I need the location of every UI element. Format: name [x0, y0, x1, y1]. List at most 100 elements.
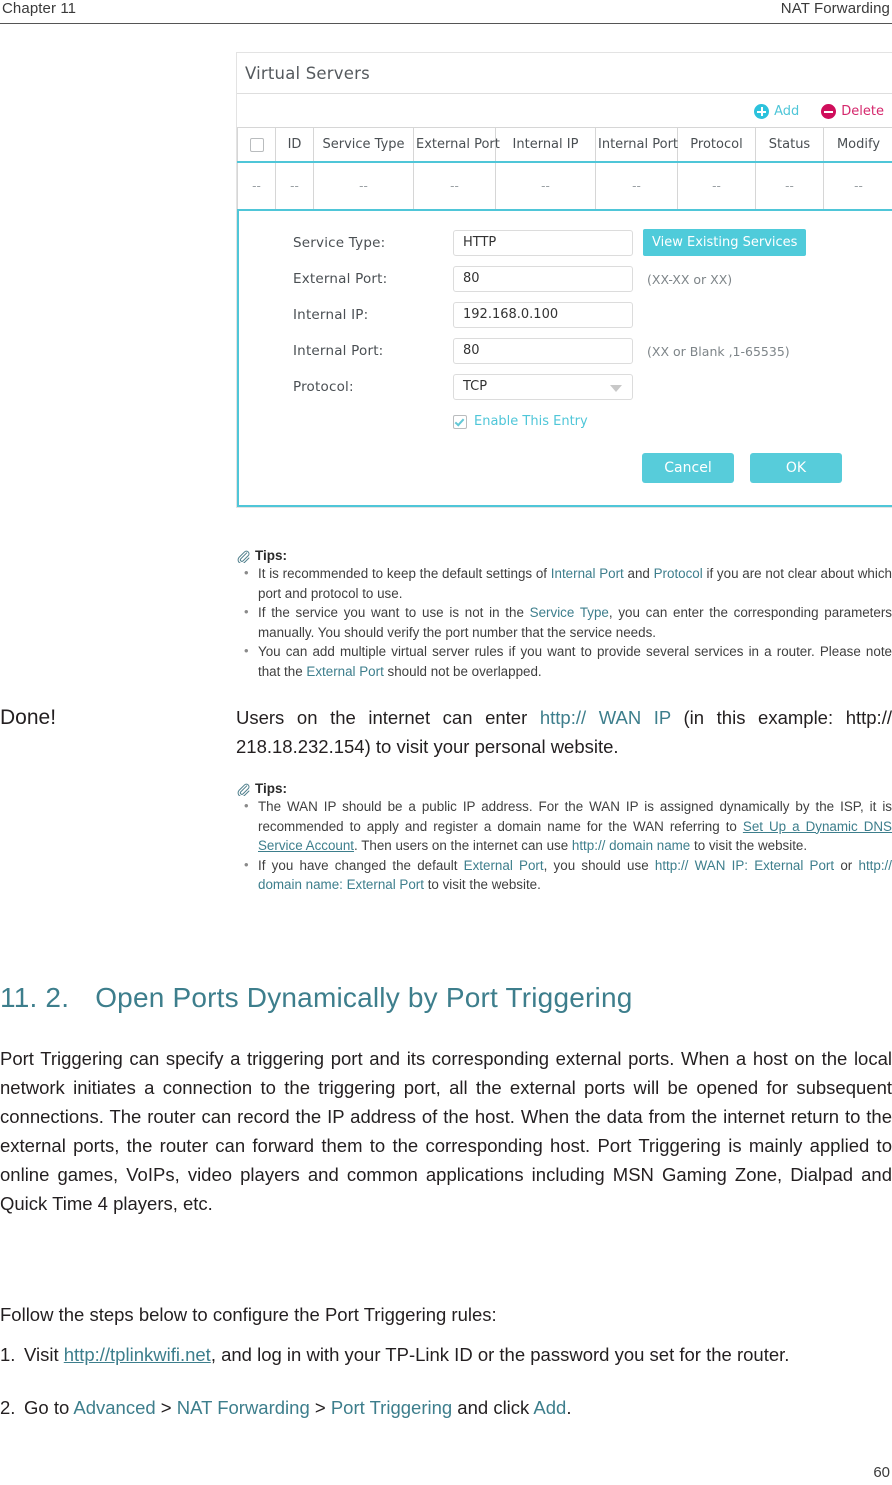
- done-paragraph: Users on the internet can enter http:// …: [236, 703, 892, 761]
- internal-port-label: Internal Port:: [293, 343, 384, 359]
- tip-text: should not be overlapped.: [383, 663, 542, 679]
- section-heading-line: 11. 2. Open Ports Dynamically by Port Tri…: [0, 982, 892, 1014]
- field-row-internal-port: Internal Port: 80 (XX or Blank ,1-65535): [239, 338, 892, 364]
- step-1: 1. Visit http://tplinkwifi.net, and log …: [0, 1340, 892, 1369]
- step-link-tplinkwifi[interactable]: http://tplinkwifi.net: [64, 1344, 211, 1365]
- tip-link-wanip-port[interactable]: http:// WAN IP: External Port: [655, 858, 834, 873]
- delete-button[interactable]: Delete: [821, 104, 884, 119]
- step-2-body: Go to Advanced > NAT Forwarding > Port T…: [24, 1393, 892, 1422]
- done-label: Done!: [0, 706, 57, 729]
- protocol-label: Protocol:: [293, 379, 354, 395]
- column-header-internal-port: Internal Port: [595, 127, 678, 163]
- enable-entry-checkbox[interactable]: [453, 414, 467, 429]
- done-text: Users on the internet can enter: [236, 707, 540, 728]
- tips-block-2: Tips: The WAN IP should be a public IP a…: [236, 781, 892, 895]
- step-link-add[interactable]: Add: [533, 1397, 566, 1418]
- section-paragraph: Port Triggering can specify a triggering…: [0, 1048, 892, 1214]
- column-header-id: ID: [275, 127, 314, 163]
- tip-text: , you should use: [543, 857, 655, 873]
- page-number: 60: [873, 1464, 890, 1481]
- enable-entry-row[interactable]: Enable This Entry: [239, 414, 892, 429]
- tip-item: You can add multiple virtual server rule…: [236, 641, 892, 681]
- done-text-block: Users on the internet can enter http:// …: [236, 703, 892, 761]
- step-text: Visit: [24, 1344, 64, 1365]
- virtual-server-entry-form: Service Type: HTTP View Existing Service…: [237, 211, 892, 507]
- protocol-select[interactable]: TCP: [453, 374, 633, 400]
- step-link-advanced[interactable]: Advanced: [73, 1397, 155, 1418]
- step-link-port-triggering[interactable]: Port Triggering: [331, 1397, 452, 1418]
- enable-entry-label: Enable This Entry: [474, 414, 588, 429]
- step-text: and click: [452, 1397, 534, 1418]
- tip-text: If you have changed the default: [258, 857, 464, 873]
- external-port-input[interactable]: 80: [453, 266, 633, 292]
- cell-internal-ip: --: [495, 161, 596, 211]
- step-1-body: Visit http://tplinkwifi.net, and log in …: [24, 1340, 892, 1369]
- cell-status: --: [755, 161, 824, 211]
- select-all-header[interactable]: [237, 127, 276, 163]
- tip-item: The WAN IP should be a public IP address…: [236, 796, 892, 856]
- tips-heading-1: Tips:: [236, 548, 892, 563]
- field-row-protocol: Protocol: TCP: [239, 374, 892, 400]
- table-row: -- -- -- -- -- -- -- -- --: [237, 161, 892, 211]
- select-all-checkbox[interactable]: [249, 137, 264, 152]
- panel-title: Virtual Servers: [237, 53, 892, 94]
- add-button[interactable]: Add: [754, 104, 799, 119]
- tips-list-1: It is recommended to keep the default se…: [236, 563, 892, 681]
- external-port-hint: (XX-XX or XX): [647, 271, 733, 287]
- ok-button[interactable]: OK: [750, 453, 842, 483]
- internal-port-input[interactable]: 80: [453, 338, 633, 364]
- column-header-modify: Modify: [823, 127, 892, 163]
- panel-action-bar: Add Delete: [237, 94, 892, 127]
- tip-link-protocol[interactable]: Protocol: [654, 566, 703, 581]
- step-text: Go to: [24, 1397, 74, 1418]
- cell-select[interactable]: --: [237, 161, 276, 211]
- step-text: >: [309, 1397, 331, 1418]
- column-header-service-type: Service Type: [313, 127, 414, 163]
- step-text: .: [566, 1397, 572, 1418]
- column-header-status: Status: [755, 127, 824, 163]
- tip-item: If the service you want to use is not in…: [236, 602, 892, 642]
- tip-item: It is recommended to keep the default se…: [236, 563, 892, 603]
- step-2-number: 2.: [0, 1397, 16, 1418]
- step-link-nat-forwarding[interactable]: NAT Forwarding: [177, 1397, 310, 1418]
- column-header-internal-ip: Internal IP: [495, 127, 596, 163]
- view-existing-services-button[interactable]: View Existing Services: [643, 229, 807, 256]
- column-header-external-port: External Port: [413, 127, 500, 163]
- tip-link-external-port[interactable]: External Port: [464, 858, 544, 873]
- done-link-wan-ip[interactable]: http:// WAN IP: [540, 707, 671, 728]
- header-section: NAT Forwarding: [780, 0, 890, 17]
- tips-heading-2: Tips:: [236, 781, 892, 796]
- field-row-external-port: External Port: 80 (XX-XX or XX): [239, 266, 892, 292]
- cell-modify: --: [823, 161, 892, 211]
- tip-link-service-type[interactable]: Service Type: [530, 605, 609, 620]
- step-text: , and log in with your TP-Link ID or the…: [210, 1344, 790, 1365]
- tip-link-external-port[interactable]: External Port: [306, 664, 383, 679]
- step-2: 2. Go to Advanced > NAT Forwarding > Por…: [0, 1393, 892, 1422]
- add-button-label: Add: [774, 104, 800, 119]
- cell-internal-port: --: [595, 161, 678, 211]
- tip-link-domain-name[interactable]: http:// domain name: [572, 838, 690, 853]
- section-body: Port Triggering can specify a triggering…: [0, 1044, 892, 1218]
- plus-circle-icon: [754, 104, 770, 119]
- cancel-button[interactable]: Cancel: [642, 453, 734, 483]
- follow-steps-line: Follow the steps below to configure the …: [0, 1300, 892, 1329]
- virtual-servers-panel: Virtual Servers Add Delete ID Service Ty…: [236, 52, 892, 508]
- section-heading: 11. 2. Open Ports Dynamically by Port Tri…: [0, 982, 892, 1014]
- internal-port-hint: (XX or Blank ,1-65535): [647, 343, 790, 359]
- internal-ip-input[interactable]: 192.168.0.100: [453, 302, 633, 328]
- tip-text: If the service you want to use is not in…: [258, 605, 530, 620]
- step-text: >: [155, 1397, 177, 1418]
- paperclip-icon: [237, 550, 250, 563]
- cell-external-port: --: [413, 161, 496, 211]
- page-running-header: Chapter 11 NAT Forwarding: [0, 0, 892, 24]
- section-number: 11. 2.: [0, 982, 70, 1013]
- follow-steps-text: Follow the steps below to configure the …: [0, 1304, 497, 1325]
- delete-button-label: Delete: [841, 104, 884, 119]
- tips-block-1: Tips: It is recommended to keep the defa…: [236, 548, 892, 681]
- tip-link-internal-port[interactable]: Internal Port: [551, 566, 624, 581]
- service-type-label: Service Type:: [293, 234, 386, 251]
- service-type-input[interactable]: HTTP: [453, 229, 633, 256]
- cell-protocol: --: [677, 161, 756, 211]
- steps-list: 1. Visit http://tplinkwifi.net, and log …: [0, 1340, 892, 1422]
- external-port-label: External Port:: [293, 271, 388, 287]
